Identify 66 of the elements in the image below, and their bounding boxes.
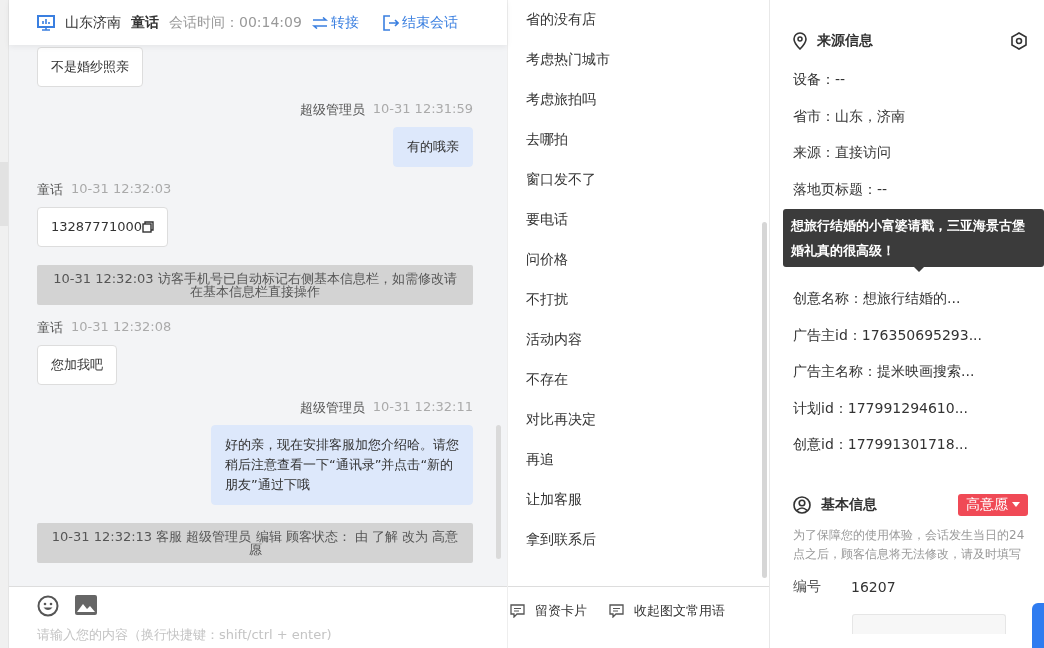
message-time: 10-31 12:32:03 [71, 181, 172, 198]
quick-phrase[interactable]: 考虑热门城市 [526, 40, 769, 80]
tooltip-pointer [914, 267, 924, 272]
quick-phrase[interactable]: 不打扰 [526, 280, 769, 320]
sender-name: 超级管理员 [299, 399, 365, 417]
monitor-icon [37, 14, 55, 31]
sender-name: 童话 [37, 319, 63, 337]
quick-phrase[interactable]: 让加客服 [526, 480, 769, 520]
message-bubble: 13287771000 [37, 207, 168, 247]
exit-icon [382, 14, 399, 31]
quick-phrase[interactable]: 问价格 [526, 240, 769, 280]
quick-phrase[interactable]: 要电话 [526, 200, 769, 240]
swap-arrows-icon [311, 16, 328, 29]
emoji-icon[interactable] [37, 595, 59, 617]
info-row-text: 落地页标题：-- [793, 179, 889, 199]
info-row-text: 创意id：177991301718... [793, 435, 969, 455]
visitor-location: 山东济南 [65, 13, 121, 32]
info-row-text: 设备：-- [793, 70, 847, 90]
message-time: 10-31 12:32:08 [71, 319, 172, 336]
field-value: 16207 [851, 578, 896, 595]
info-row-text: 广告主名称：提米映画搜索... [793, 362, 976, 382]
end-session-link[interactable]: 结束会话 [382, 13, 458, 32]
system-message: 10-31 12:32:13 客服 超级管理员 编辑 顾客状态： 由 了解 改为 高意愿 [37, 523, 473, 563]
settings-icon[interactable] [1010, 32, 1028, 50]
quick-phrase[interactable]: 活动内容 [526, 320, 769, 360]
message-bubble: 不是婚纱照亲 [37, 47, 143, 87]
info-row-text: 广告主id：176350695293... [793, 325, 983, 345]
message-time: 10-31 12:32:11 [372, 399, 473, 416]
section-title: 基本信息 [821, 495, 878, 514]
info-row-text: 来源：直接访问 [793, 143, 892, 163]
section-title: 来源信息 [817, 32, 874, 50]
image-icon[interactable] [75, 595, 97, 615]
user-icon [793, 495, 811, 514]
status-dropdown[interactable]: 高意愿 [958, 493, 1028, 516]
message-bubble: 好的亲，现在安排客服加您介绍哈。请您稍后注意查看一下“通讯录”并点击“新的朋友”通过下哦 [211, 425, 473, 505]
input-field[interactable] [852, 613, 1006, 634]
caret-icon [1012, 502, 1020, 507]
quick-phrase[interactable]: 不存在 [526, 360, 769, 400]
info-row-text: 省市：山东，济南 [793, 106, 906, 126]
quick-phrase[interactable]: 再追 [526, 440, 769, 480]
quick-phrase[interactable]: 拿到联系后 [526, 520, 769, 560]
session-time: 会话时间：00:14:09 [169, 13, 302, 32]
phrase-action-button[interactable]: 收起图文常用语 [609, 601, 725, 621]
sender-name: 超级管理员 [299, 101, 365, 119]
transfer-link[interactable]: 转接 [311, 13, 359, 32]
message-bubble: 您加我吧 [37, 345, 117, 385]
message-bubble: 有的哦亲 [393, 127, 473, 167]
quick-phrase[interactable]: 考虑旅拍吗 [526, 80, 769, 120]
tooltip: 想旅行结婚的小富婆请戳，三亚海景古堡婚礼真的很高级！ [783, 209, 1044, 267]
field-label: 编号 [793, 577, 821, 596]
notice-text: 为了保障您的使用体验，会话发生当日的24点之后，顾客信息将无法修改，请及时填写 [793, 526, 1026, 563]
message-time: 10-31 12:31:59 [372, 101, 473, 118]
location-pin-icon [793, 32, 807, 50]
quick-phrase[interactable]: 窗口发不了 [526, 160, 769, 200]
sender-name: 童话 [37, 181, 63, 199]
quick-phrase[interactable]: 对比再决定 [526, 400, 769, 440]
comment-icon [609, 604, 624, 618]
quick-phrase[interactable]: 去哪拍 [526, 120, 769, 160]
visitor-name: 童话 [131, 13, 159, 32]
info-row-text: 创意名称：想旅行结婚的... [793, 289, 962, 309]
info-row-text: 计划id：177991294610... [793, 398, 969, 418]
comment-icon [510, 604, 525, 618]
copy-icon[interactable] [142, 221, 154, 233]
system-message: 10-31 12:32:03 访客手机号已自动标记右侧基本信息栏，如需修改请在基本信息栏直接操作 [37, 265, 473, 305]
phrase-action-button[interactable]: 留资卡片 [510, 601, 587, 621]
quick-phrase[interactable]: 省的没有店 [526, 0, 769, 40]
